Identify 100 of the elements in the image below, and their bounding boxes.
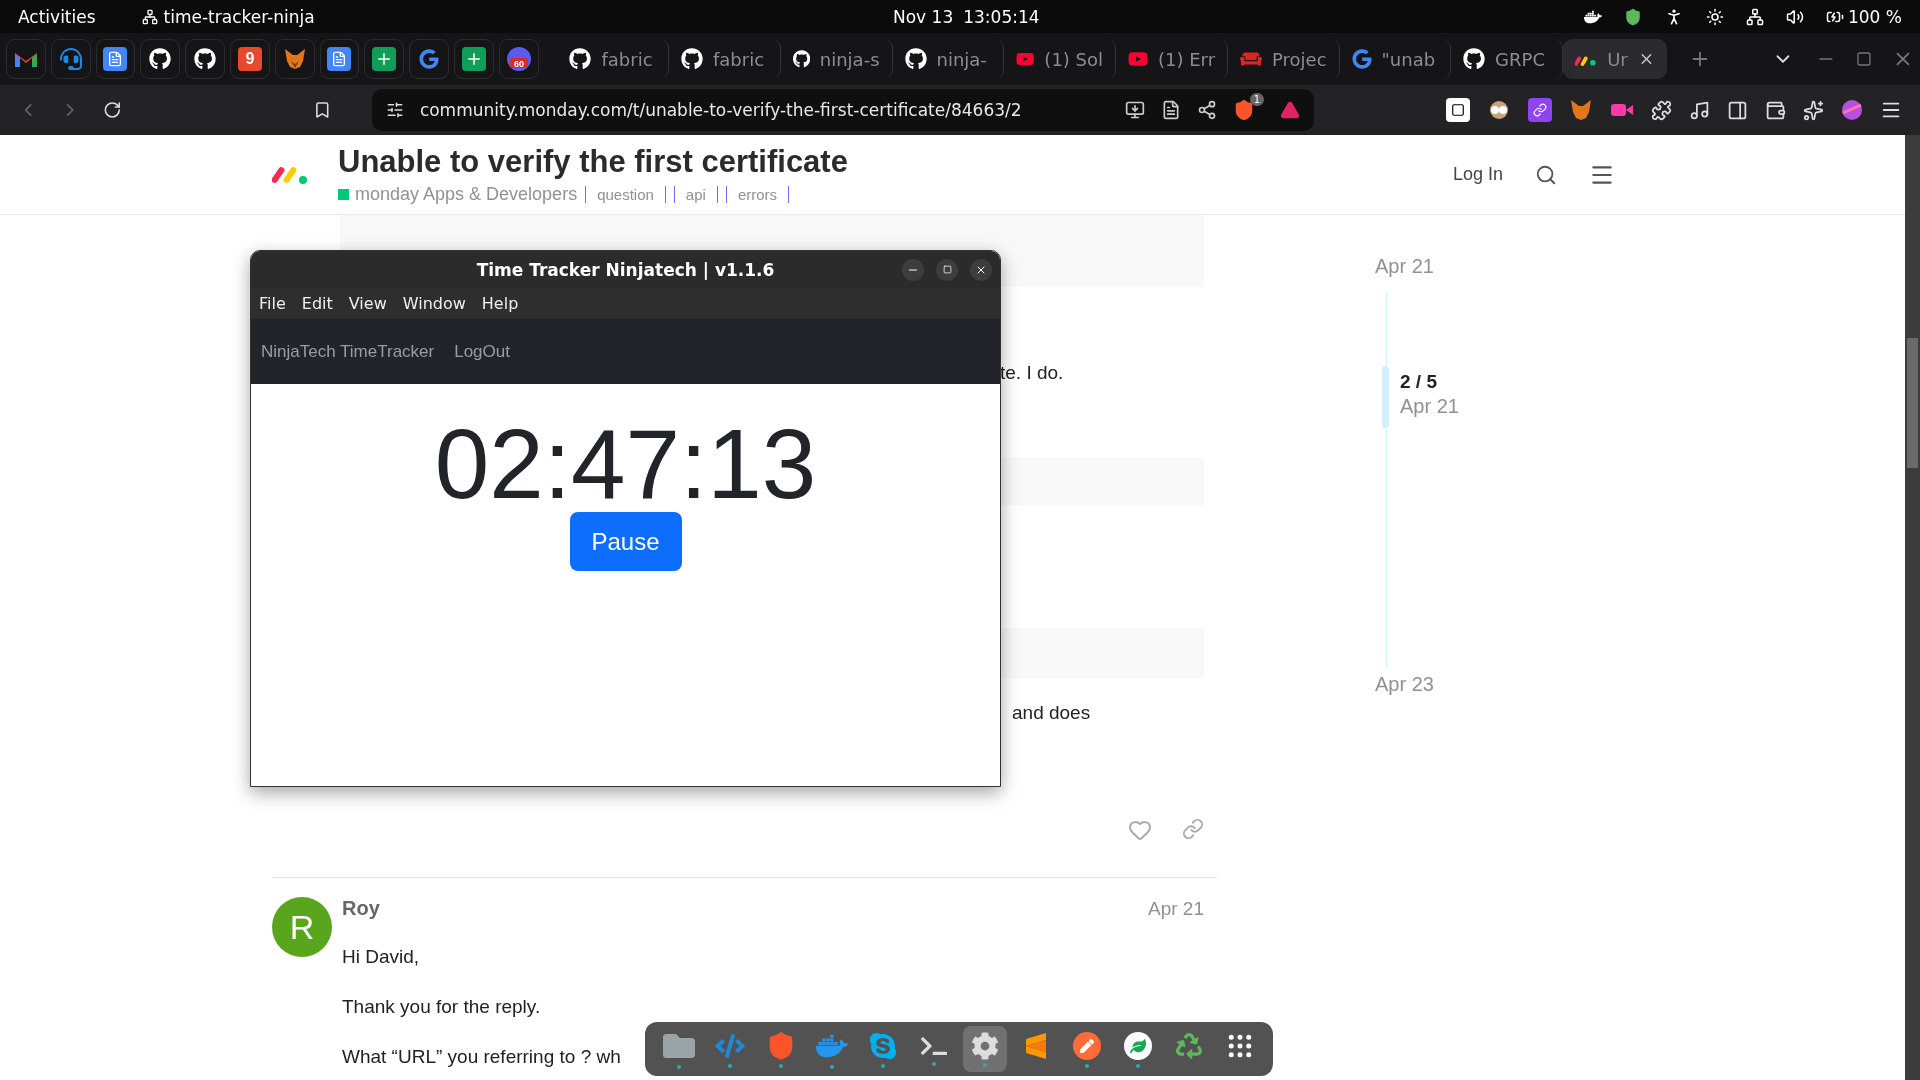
pinned-tab[interactable] — [95, 39, 136, 79]
cat-logo-icon — [1463, 48, 1486, 70]
shield-button[interactable]: 1 — [1233, 93, 1264, 121]
clock-time[interactable]: 13:05:14 — [963, 6, 1040, 27]
triangle-icon[interactable] — [1280, 100, 1300, 120]
nav-link[interactable]: NinjaTech TimeTracker — [261, 341, 435, 362]
fox-icon[interactable] — [1569, 99, 1593, 121]
maximize-icon[interactable] — [1856, 51, 1873, 67]
site-settings-icon[interactable] — [385, 101, 404, 119]
category-link[interactable]: monday Apps & Developers — [338, 184, 578, 205]
browser-tab[interactable]: ninja-s — [780, 39, 893, 79]
timeline-date: Apr 21 — [1400, 395, 1459, 418]
browser-tab[interactable]: "unab — [1339, 39, 1452, 79]
browser-tab[interactable]: fabric — [669, 39, 781, 79]
activities-button[interactable]: Activities — [18, 6, 96, 27]
reload-icon[interactable] — [102, 100, 122, 120]
avatar-icon[interactable] — [1841, 99, 1863, 121]
network-icon[interactable] — [1746, 7, 1764, 26]
pen-icon[interactable] — [1071, 1030, 1102, 1061]
avatar[interactable]: R — [272, 897, 332, 957]
leaf-icon[interactable] — [1122, 1030, 1153, 1061]
browser-tab[interactable]: (1) Err — [1116, 39, 1229, 79]
pinned-tab[interactable] — [140, 39, 181, 79]
timeline-date[interactable]: Apr 21 — [1375, 255, 1434, 278]
author-name[interactable]: Roy — [342, 897, 380, 920]
tag-link[interactable]: api — [673, 186, 718, 203]
tab-title: fabric — [601, 48, 653, 70]
pinned-tab[interactable] — [185, 39, 225, 79]
extension-icon[interactable] — [1446, 98, 1470, 122]
puzzle-icon[interactable] — [1651, 99, 1672, 121]
address-field[interactable]: community.monday.com/t/unable-to-verify-the-first-certificate/84663/2 1 — [371, 89, 1314, 131]
menu-item[interactable]: View — [348, 294, 387, 313]
pause-button[interactable]: Pause — [569, 512, 682, 571]
menu-item[interactable]: Help — [481, 294, 519, 313]
shield-icon[interactable] — [1624, 7, 1642, 26]
share-icon[interactable] — [1197, 100, 1217, 120]
tile-icon: 9 — [237, 47, 262, 71]
pinned-tab[interactable] — [319, 39, 360, 79]
tab-title: ninja- — [936, 48, 987, 70]
pinned-tab[interactable] — [274, 39, 315, 79]
music-icon[interactable] — [1689, 99, 1710, 121]
maximize-button[interactable] — [936, 258, 958, 281]
browser-tab[interactable]: GRPC — [1451, 39, 1563, 79]
headset-icon — [59, 48, 82, 70]
topic-title[interactable]: Unable to verify the first certificate — [338, 144, 848, 180]
timeline-date[interactable]: Apr 23 — [1375, 673, 1434, 696]
login-button[interactable]: Log In — [1452, 164, 1503, 185]
sparkle-icon[interactable] — [1803, 99, 1824, 121]
pinned-tab[interactable]: 60 — [498, 39, 539, 79]
search-icon[interactable] — [1535, 163, 1557, 186]
tab-title: ninja-s — [819, 48, 880, 70]
pinned-tab[interactable] — [6, 39, 46, 79]
pinned-tab[interactable] — [453, 39, 494, 79]
clock-date[interactable]: Nov 13 — [893, 6, 954, 27]
settings-icon[interactable] — [970, 1031, 999, 1060]
extension-icon[interactable] — [1528, 98, 1552, 122]
sidebar-icon[interactable] — [1727, 99, 1748, 121]
post-text: and does — [1012, 701, 1092, 725]
pinned-tab[interactable]: 9 — [230, 39, 270, 79]
pinned-tab[interactable] — [364, 39, 405, 79]
browser-tab[interactable]: fabric — [557, 39, 669, 79]
cat-logo-icon — [904, 48, 927, 70]
browser-tab[interactable]: (1) Sol — [1004, 39, 1117, 79]
post-paragraph: What “URL” you referring to ? wh — [342, 1045, 621, 1069]
menu-item[interactable]: Edit — [301, 294, 333, 313]
brightness-icon[interactable] — [1706, 7, 1724, 26]
post-date[interactable]: Apr 21 — [1148, 897, 1204, 920]
wallet-icon[interactable] — [1765, 99, 1786, 121]
volume-icon[interactable] — [1786, 7, 1804, 26]
cat-logo-icon — [149, 48, 172, 70]
window-title: Time Tracker Ninjatech | v1.1.6 — [476, 259, 775, 280]
scrollbar[interactable] — [1905, 135, 1920, 1080]
app-name[interactable]: time-tracker-ninja — [163, 6, 315, 27]
recycle-icon[interactable] — [1175, 1032, 1202, 1059]
reader-icon[interactable] — [1161, 100, 1181, 120]
tab-title: Projec — [1272, 48, 1327, 70]
browser-tab[interactable]: ninja- — [892, 39, 1005, 79]
browser-tab[interactable]: Projec — [1228, 39, 1340, 79]
spreadsheet-icon — [372, 47, 397, 71]
maximize-icon[interactable] — [942, 265, 952, 274]
owl-icon[interactable] — [1487, 100, 1511, 120]
tag-link[interactable]: question — [585, 186, 666, 203]
timeline-handle[interactable] — [1382, 366, 1389, 428]
tag-link[interactable]: errors — [725, 186, 790, 203]
document-icon — [327, 47, 352, 71]
tab-title: (1) Err — [1157, 48, 1216, 70]
network-icon — [141, 8, 158, 25]
g-logo-icon — [1351, 49, 1372, 69]
cat-logo-icon — [569, 48, 592, 70]
battery-percent: 100 % — [1848, 6, 1902, 27]
menu-item[interactable]: Window — [402, 294, 466, 313]
minimize-button[interactable] — [902, 258, 924, 281]
browser-tab[interactable]: Ur — [1562, 39, 1667, 79]
camera-icon[interactable] — [1610, 101, 1634, 119]
skype-icon[interactable] — [867, 1030, 898, 1061]
close-button[interactable] — [970, 258, 992, 281]
menu-item[interactable]: File — [259, 294, 286, 313]
nav-link[interactable]: LogOut — [454, 341, 510, 362]
install-icon[interactable] — [1125, 100, 1145, 120]
post-paragraph: Hi David, — [342, 945, 420, 969]
